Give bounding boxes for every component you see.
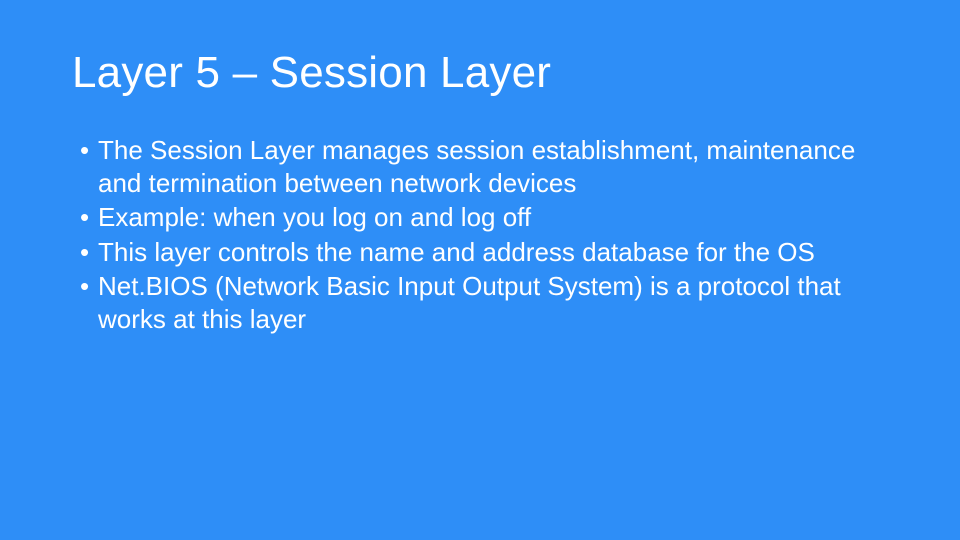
slide-title: Layer 5 – Session Layer [72, 48, 896, 98]
list-item: This layer controls the name and address… [80, 236, 896, 269]
list-item: Net.BIOS (Network Basic Input Output Sys… [80, 270, 896, 335]
list-item: Example: when you log on and log off [80, 201, 896, 234]
bullet-list: The Session Layer manages session establ… [72, 134, 896, 335]
list-item: The Session Layer manages session establ… [80, 134, 896, 199]
